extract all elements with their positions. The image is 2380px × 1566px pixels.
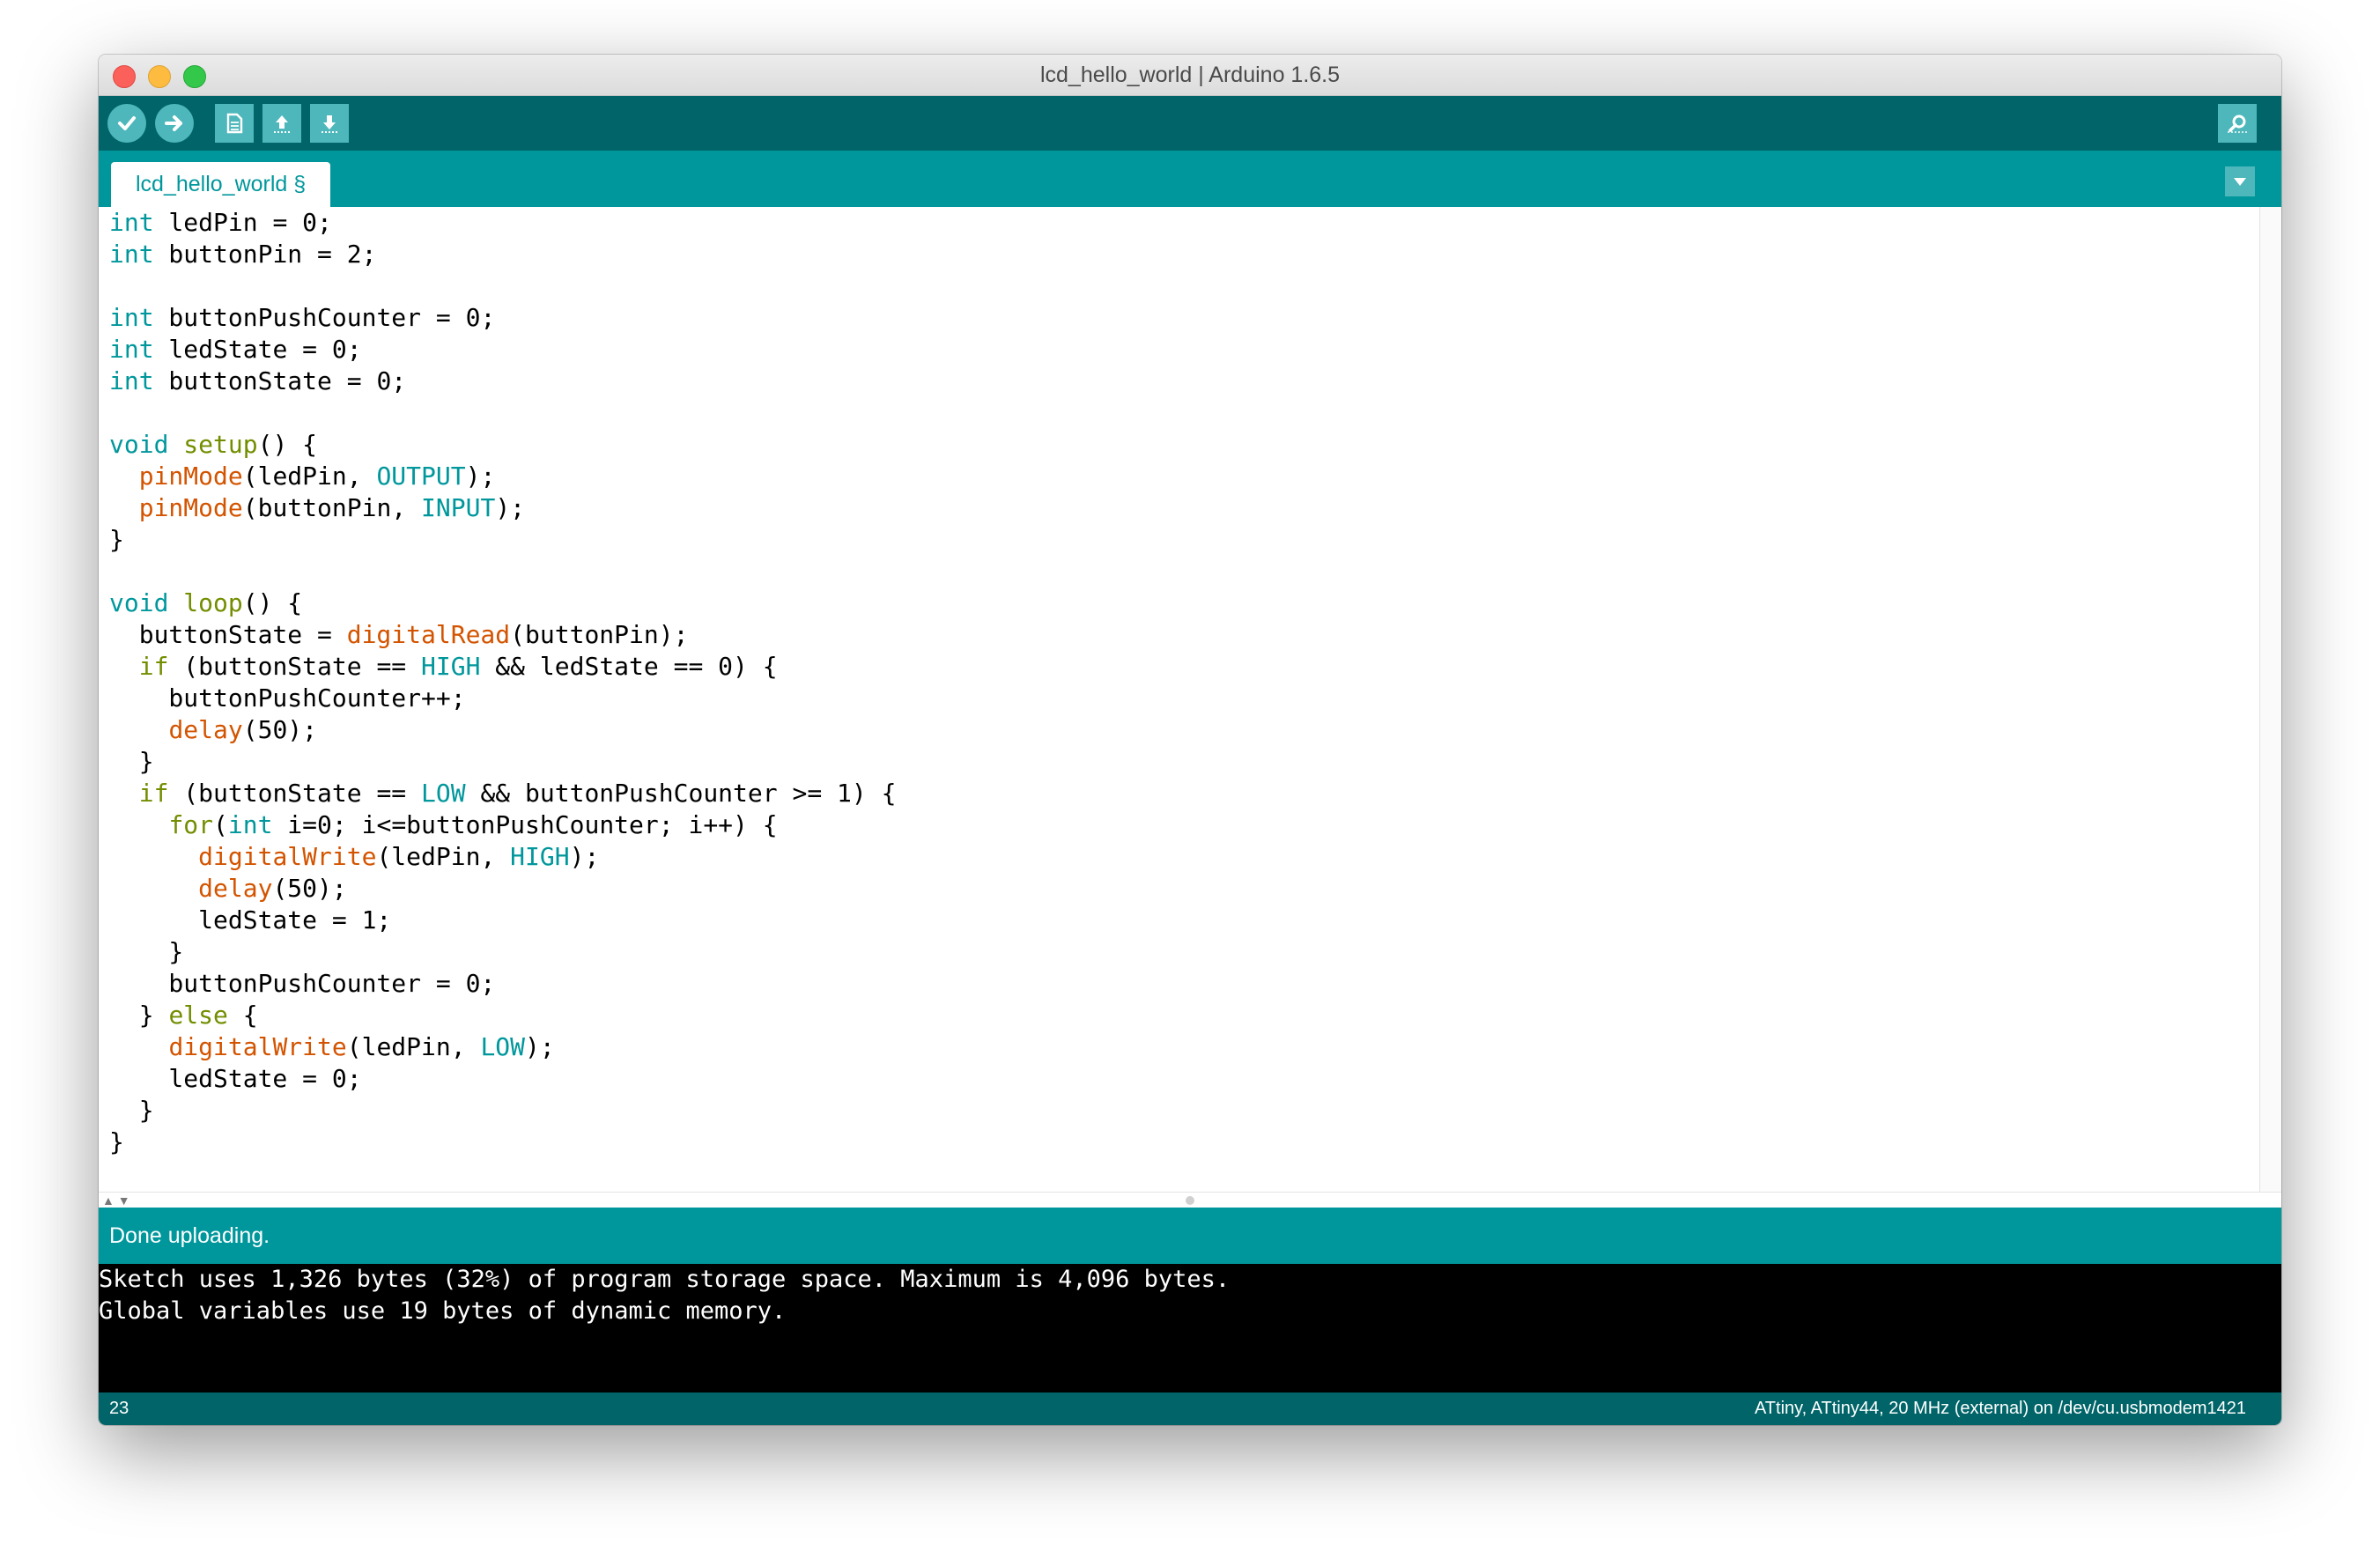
code-line[interactable]: pinMode(ledPin, OUTPUT); xyxy=(109,462,496,491)
tab-bar: lcd_hello_world § xyxy=(99,151,2281,207)
console-line: Global variables use 19 bytes of dynamic… xyxy=(99,1297,787,1325)
code-line[interactable]: int buttonPushCounter = 0; xyxy=(109,303,495,332)
code-line[interactable]: delay(50); xyxy=(109,715,317,744)
code-line[interactable]: pinMode(buttonPin, INPUT); xyxy=(109,493,525,522)
verify-button[interactable] xyxy=(107,104,146,143)
code-line[interactable]: if (buttonState == HIGH && ledState == 0… xyxy=(109,652,778,681)
title-bar: lcd_hello_world | Arduino 1.6.5 xyxy=(99,55,2281,96)
code-line[interactable]: digitalWrite(ledPin, LOW); xyxy=(109,1032,554,1061)
code-line[interactable]: if (buttonState == LOW && buttonPushCoun… xyxy=(109,779,897,808)
arrow-right-icon xyxy=(165,115,182,131)
code-line[interactable]: } xyxy=(109,525,124,554)
save-sketch-button[interactable] xyxy=(310,104,349,143)
code-line[interactable]: digitalWrite(ledPin, HIGH); xyxy=(109,842,599,871)
line-number: 23 xyxy=(109,1399,129,1418)
console-line: Sketch uses 1,326 bytes (32%) of program… xyxy=(99,1266,1231,1293)
code-line[interactable]: buttonState = digitalRead(buttonPin); xyxy=(109,620,689,649)
serial-monitor-button[interactable] xyxy=(2218,104,2257,143)
new-sketch-button[interactable] xyxy=(215,104,254,143)
window-title: lcd_hello_world | Arduino 1.6.5 xyxy=(1039,63,1341,87)
arduino-window: lcd_hello_world | Arduino 1.6.5 lcd_hell… xyxy=(99,55,2281,1425)
code-line[interactable]: int buttonPin = 2; xyxy=(109,240,376,269)
tab-lcd-hello-world[interactable]: lcd_hello_world § xyxy=(111,162,331,207)
resize-arrows-icon[interactable]: ▲ ▼ xyxy=(102,1193,130,1208)
code-line[interactable]: } xyxy=(109,937,183,966)
arrow-up-icon xyxy=(274,115,290,133)
tab-menu-button[interactable] xyxy=(2225,166,2255,196)
code-line[interactable]: delay(50); xyxy=(109,874,347,903)
code-line[interactable]: } xyxy=(109,747,154,776)
editor-scrollbar[interactable] xyxy=(2259,207,2281,1239)
code-line[interactable]: } else { xyxy=(109,1001,258,1030)
code-line[interactable]: for(int i=0; i<=buttonPushCounter; i++) … xyxy=(109,810,777,839)
status-message: Done uploading. xyxy=(109,1223,270,1248)
board-info: ATtiny, ATtiny44, 20 MHz (external) on /… xyxy=(1754,1399,2246,1418)
footer-bar: 23 ATtiny, ATtiny44, 20 MHz (external) o… xyxy=(99,1392,2281,1425)
drag-handle-icon[interactable] xyxy=(1186,1196,1194,1205)
upload-button[interactable] xyxy=(155,104,194,143)
triangle-down-icon xyxy=(2234,178,2246,186)
magnifier-icon xyxy=(2228,114,2247,133)
code-line[interactable]: int ledPin = 0; xyxy=(109,208,332,237)
editor-console-divider[interactable]: ▲ ▼ xyxy=(99,1192,2281,1208)
code-line[interactable]: int ledState = 0; xyxy=(109,335,362,364)
code-line[interactable]: buttonPushCounter = 0; xyxy=(109,969,495,998)
new-file-icon xyxy=(226,113,243,134)
console-output: Sketch uses 1,326 bytes (32%) of program… xyxy=(99,1264,2281,1392)
code-line[interactable]: } xyxy=(109,1127,124,1156)
code-editor[interactable]: int ledPin = 0; int buttonPin = 2; int b… xyxy=(99,207,2281,1239)
code-line[interactable]: buttonPushCounter++; xyxy=(109,683,465,713)
code-line[interactable]: void setup() { xyxy=(109,430,317,459)
code-line[interactable]: void loop() { xyxy=(109,588,302,617)
code-text[interactable]: int ledPin = 0; int buttonPin = 2; int b… xyxy=(109,207,896,1158)
code-line[interactable]: ledState = 0; xyxy=(109,1064,361,1093)
code-line[interactable]: ledState = 1; xyxy=(109,905,391,934)
code-line[interactable]: } xyxy=(109,1096,154,1125)
code-line[interactable]: int buttonState = 0; xyxy=(109,366,406,395)
open-sketch-button[interactable] xyxy=(262,104,301,143)
toolbar xyxy=(99,96,2281,151)
check-icon xyxy=(118,116,136,130)
status-bar: Done uploading. xyxy=(99,1208,2281,1264)
arrow-down-icon xyxy=(322,115,337,133)
